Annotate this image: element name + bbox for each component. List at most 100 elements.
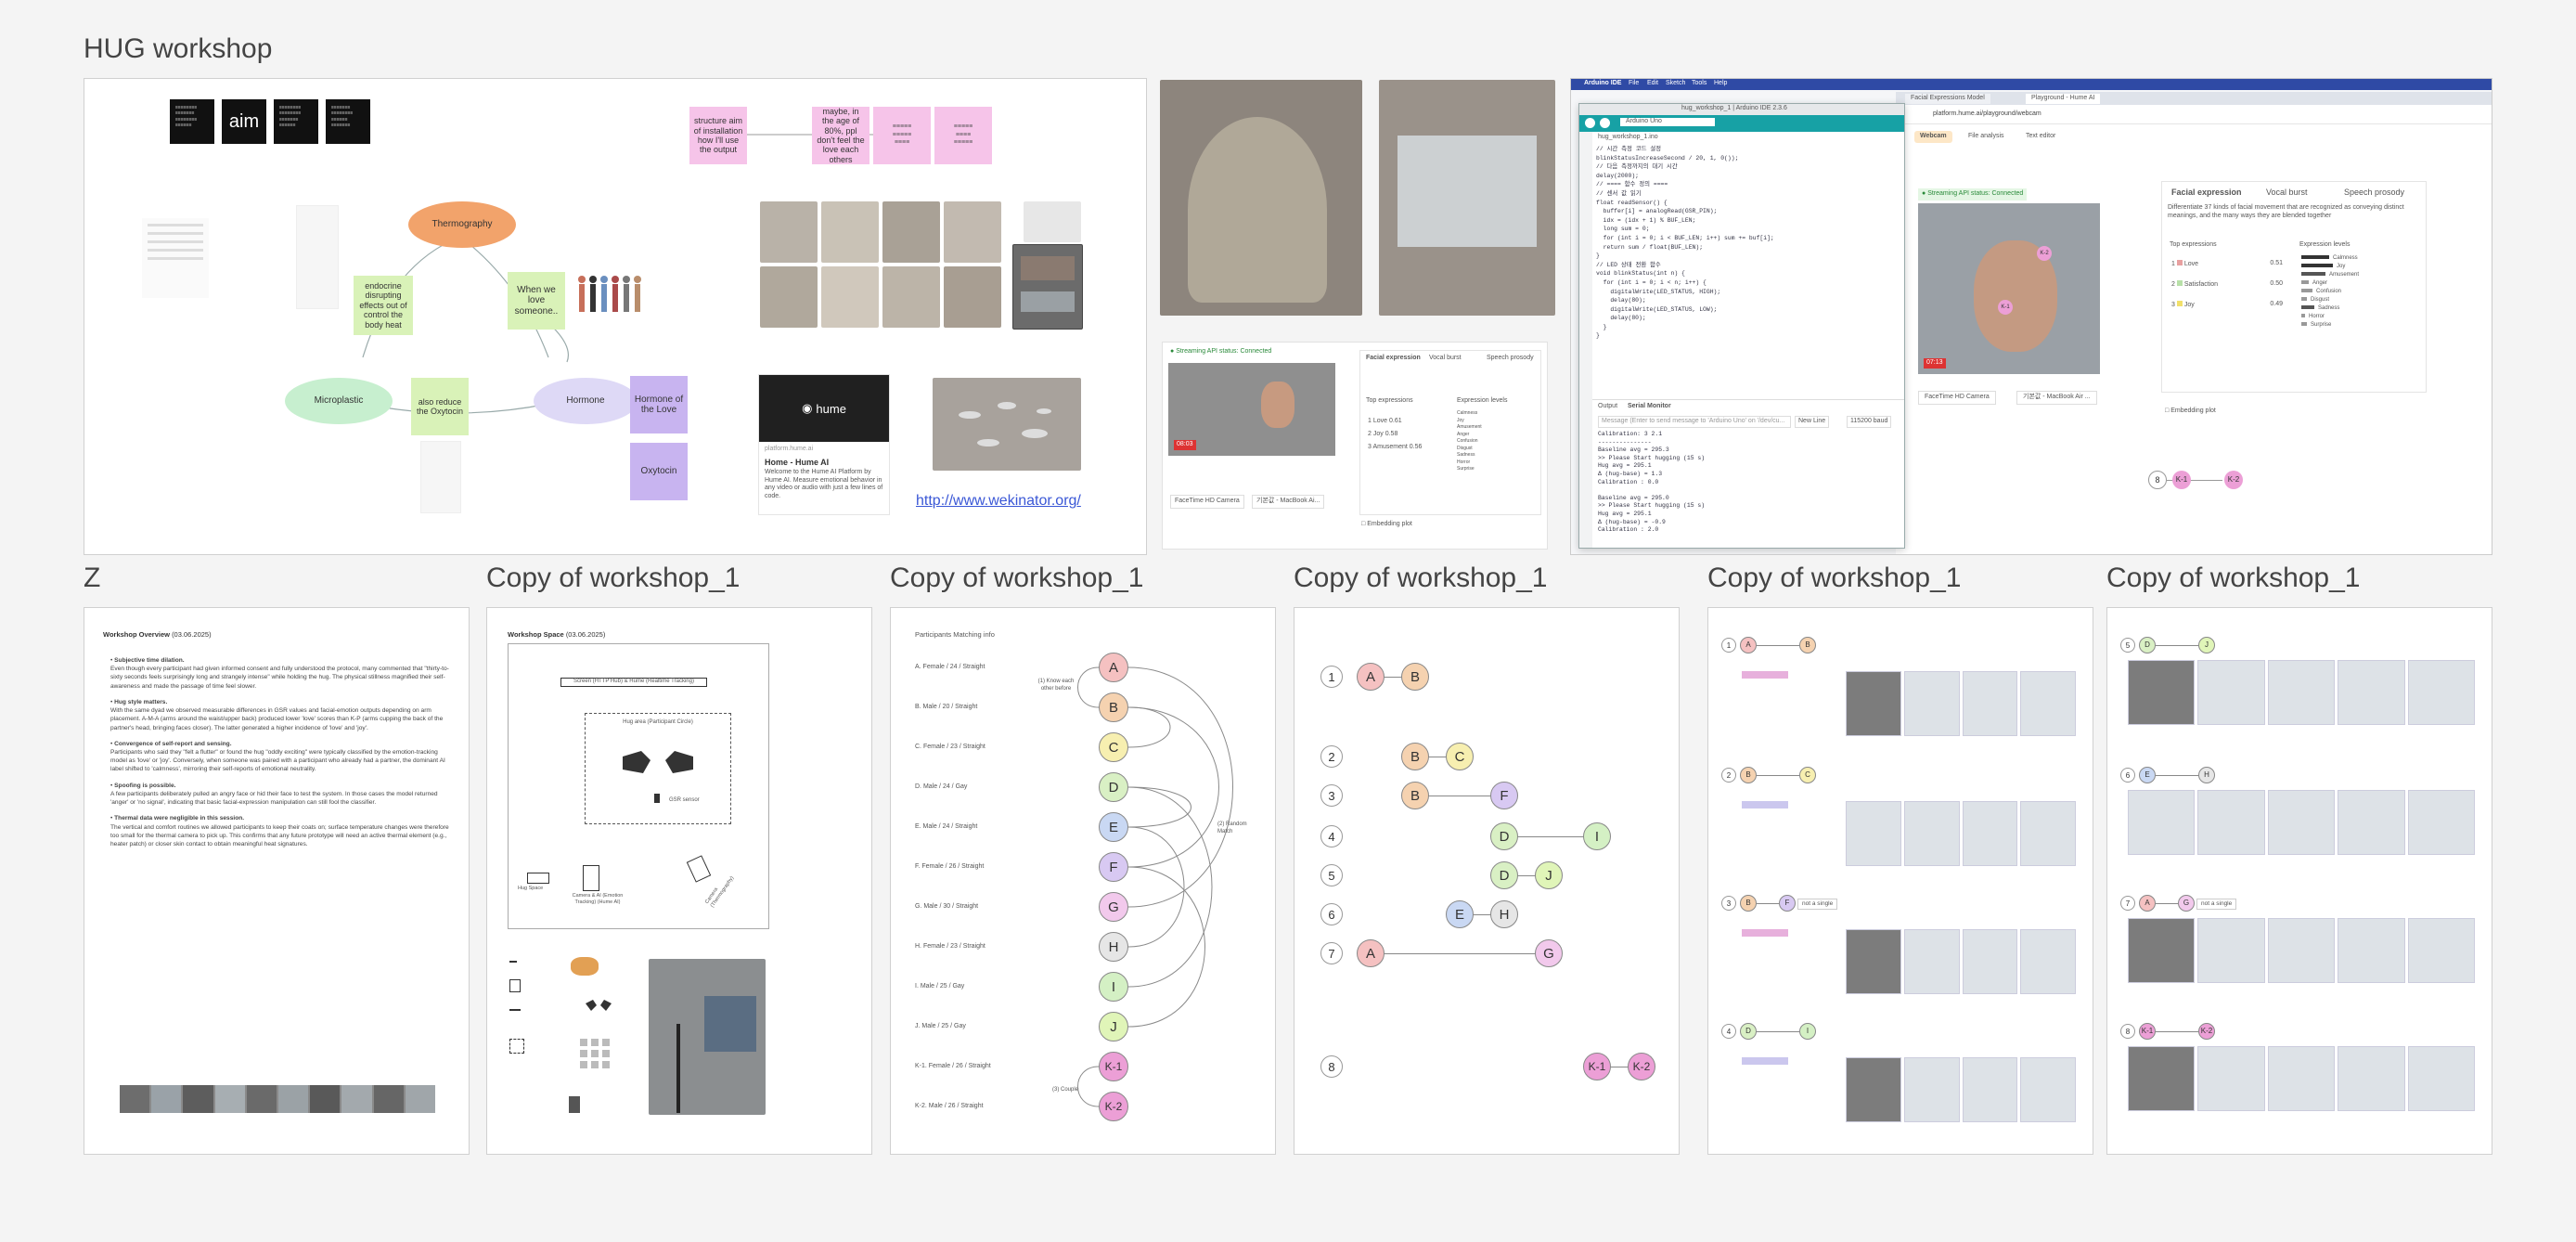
- wekinator-link[interactable]: http://www.wekinator.org/: [916, 493, 1081, 510]
- session-screenshots[interactable]: [1846, 929, 2076, 994]
- sculpture-photo[interactable]: [933, 378, 1081, 471]
- desktop-screenshot[interactable]: Arduino IDE File Edit Sketch Tools Help …: [1570, 78, 2492, 555]
- log-node-b[interactable]: J: [2198, 637, 2215, 653]
- workshop-overview-doc[interactable]: Workshop Overview (03.06.2025) • Subject…: [84, 607, 470, 1155]
- frame-title-z[interactable]: Z: [84, 563, 100, 594]
- browser-mic-select[interactable]: 기본값 - MacBook Air ...: [2016, 391, 2097, 405]
- log-node-b[interactable]: F: [1779, 895, 1796, 912]
- pair-node[interactable]: E: [1446, 900, 1474, 928]
- log-node-a[interactable]: B: [1740, 895, 1757, 912]
- log-node-a[interactable]: B: [1740, 767, 1757, 783]
- browser-window[interactable]: Facial Expressions Model Playground - Hu…: [1896, 92, 2492, 554]
- photo[interactable]: [760, 266, 818, 328]
- participant-node[interactable]: B: [1099, 692, 1128, 722]
- log-node-b[interactable]: H: [2198, 767, 2215, 783]
- session-screenshots[interactable]: [1846, 1057, 2076, 1122]
- embedding-plot-label[interactable]: □ Embedding plot: [1361, 521, 1412, 529]
- log-node-b[interactable]: B: [1799, 637, 1816, 653]
- hug-workshop-board[interactable]: ≡≡≡≡≡≡≡≡ ≡≡≡≡≡≡≡ ≡≡≡≡≡≡≡≡ ≡≡≡≡≡≡ aim ≡≡≡≡≡≡…: [84, 78, 1147, 555]
- pair-node[interactable]: K-2: [1628, 1053, 1655, 1080]
- log-node-a[interactable]: D: [2139, 637, 2156, 653]
- menu-app[interactable]: Arduino IDE: [1584, 80, 1621, 88]
- sticky-when-we-love[interactable]: When we love someone..: [508, 272, 565, 330]
- participant-node[interactable]: E: [1099, 812, 1128, 842]
- participant-node[interactable]: I: [1099, 972, 1128, 1002]
- browser-tab-vocal[interactable]: Vocal burst: [2266, 188, 2308, 198]
- people-illustration[interactable]: [574, 270, 647, 333]
- address-bar[interactable]: platform.hume.ai/playground/webcam: [1933, 110, 2041, 119]
- photo[interactable]: [944, 266, 1001, 328]
- session-screenshots[interactable]: [2128, 790, 2476, 855]
- verify-icon[interactable]: [1585, 118, 1595, 128]
- session-log-2[interactable]: 5 D J 6 E H 7 A Gnot a single 8 K-1 K-2: [2106, 607, 2492, 1155]
- menu-sketch[interactable]: Sketch: [1666, 80, 1685, 88]
- menu-tools[interactable]: Tools: [1692, 80, 1707, 88]
- pair-node[interactable]: K-1: [1583, 1053, 1611, 1080]
- photo[interactable]: [760, 201, 818, 263]
- sticky-note-3[interactable]: ≡≡≡≡≡ ≡≡≡≡≡ ≡≡≡≡: [873, 107, 931, 164]
- mic-select[interactable]: 기본값 - MacBook Ai...: [1252, 495, 1325, 509]
- tab-vocal[interactable]: Vocal burst: [1429, 355, 1462, 363]
- participant-node[interactable]: J: [1099, 1012, 1128, 1041]
- arduino-file-tab[interactable]: hug_workshop_1.ino: [1598, 134, 1658, 142]
- pair-node[interactable]: D: [1490, 861, 1518, 889]
- arduino-sidebar[interactable]: [1579, 132, 1592, 548]
- serial-input[interactable]: Message (Enter to send message to 'Ardui…: [1598, 416, 1791, 428]
- mindmap-node-thermography[interactable]: Thermography: [408, 201, 516, 248]
- photo[interactable]: [944, 201, 1001, 263]
- participant-node[interactable]: F: [1099, 852, 1128, 882]
- pair-node[interactable]: A: [1357, 939, 1385, 967]
- participant-node[interactable]: K-1: [1099, 1052, 1128, 1081]
- menu-edit[interactable]: Edit: [1647, 80, 1658, 88]
- session-screenshots[interactable]: [2128, 660, 2476, 725]
- pair-node[interactable]: I: [1583, 822, 1611, 850]
- tab-text-editor[interactable]: Text editor: [2026, 133, 2055, 141]
- log-node-b[interactable]: K-2: [2198, 1023, 2215, 1040]
- browser-tab-speech[interactable]: Speech prosody: [2344, 188, 2404, 198]
- sticky-oxytocin[interactable]: Oxytocin: [630, 443, 688, 500]
- participant-node[interactable]: D: [1099, 772, 1128, 802]
- frame-title-copy-1[interactable]: Copy of workshop_1: [486, 563, 741, 594]
- space-photo[interactable]: [649, 959, 766, 1115]
- log-node-a[interactable]: D: [1740, 1023, 1757, 1040]
- camera-select[interactable]: FaceTime HD Camera: [1170, 495, 1244, 509]
- mindmap-node-hormone[interactable]: Hormone: [534, 378, 638, 424]
- pair-node[interactable]: J: [1535, 861, 1563, 889]
- pairs-board[interactable]: 1 A B 2 B C 3 B F 4 D I 5 D J 6 E H 7 A G 8 K-1 K-2: [1294, 607, 1680, 1155]
- participant-node[interactable]: H: [1099, 932, 1128, 962]
- photo[interactable]: [821, 201, 879, 263]
- browser-camera-select[interactable]: FaceTime HD Camera: [1918, 391, 1996, 405]
- output-tab[interactable]: Output: [1598, 403, 1617, 411]
- baud-select[interactable]: 115200 baud: [1847, 416, 1892, 428]
- log-node-a[interactable]: A: [1740, 637, 1757, 653]
- sticky-maybe-in-age[interactable]: maybe, in the age of 80%, ppl don't feel…: [812, 107, 869, 164]
- line-ending-select[interactable]: New Line: [1795, 416, 1830, 428]
- board-select[interactable]: Arduino Uno: [1620, 118, 1715, 126]
- hume-stream-screenshot[interactable]: ● Streaming API status: Connected 08:03 …: [1162, 342, 1548, 550]
- tab-file-analysis[interactable]: File analysis: [1968, 133, 2004, 141]
- browser-tab-2[interactable]: Playground - Hume AI: [2026, 94, 2101, 104]
- photo[interactable]: [882, 201, 940, 263]
- tab-webcam[interactable]: Webcam: [1914, 131, 1952, 143]
- session-screenshots[interactable]: [2128, 918, 2476, 983]
- log-node-a[interactable]: E: [2139, 767, 2156, 783]
- log-node-b[interactable]: G: [2178, 895, 2195, 912]
- pair-node[interactable]: F: [1490, 782, 1518, 809]
- pair-node[interactable]: B: [1401, 663, 1429, 691]
- sticky-structure-aim[interactable]: structure aim of installation how I'll u…: [689, 107, 747, 164]
- pair-node[interactable]: H: [1490, 900, 1518, 928]
- participant-node[interactable]: G: [1099, 892, 1128, 922]
- photo-strip[interactable]: [120, 1085, 436, 1113]
- participant-node[interactable]: K-2: [1099, 1092, 1128, 1121]
- participant-photo-2[interactable]: [1379, 80, 1555, 316]
- pair-node[interactable]: G: [1535, 939, 1563, 967]
- browser-tab-1[interactable]: Facial Expressions Model: [1905, 94, 1990, 104]
- pair-node[interactable]: B: [1401, 743, 1429, 770]
- tab-speech[interactable]: Speech prosody: [1487, 355, 1534, 363]
- browser-embedding-plot[interactable]: □ Embedding plot: [2165, 408, 2216, 416]
- session-screenshots[interactable]: [1846, 801, 2076, 866]
- sticky-hormone-of-love[interactable]: Hormone of the Love: [630, 376, 688, 433]
- mindmap-node-microplastic[interactable]: Microplastic: [285, 378, 393, 424]
- photo[interactable]: [821, 266, 879, 328]
- session-screenshots[interactable]: [2128, 1046, 2476, 1111]
